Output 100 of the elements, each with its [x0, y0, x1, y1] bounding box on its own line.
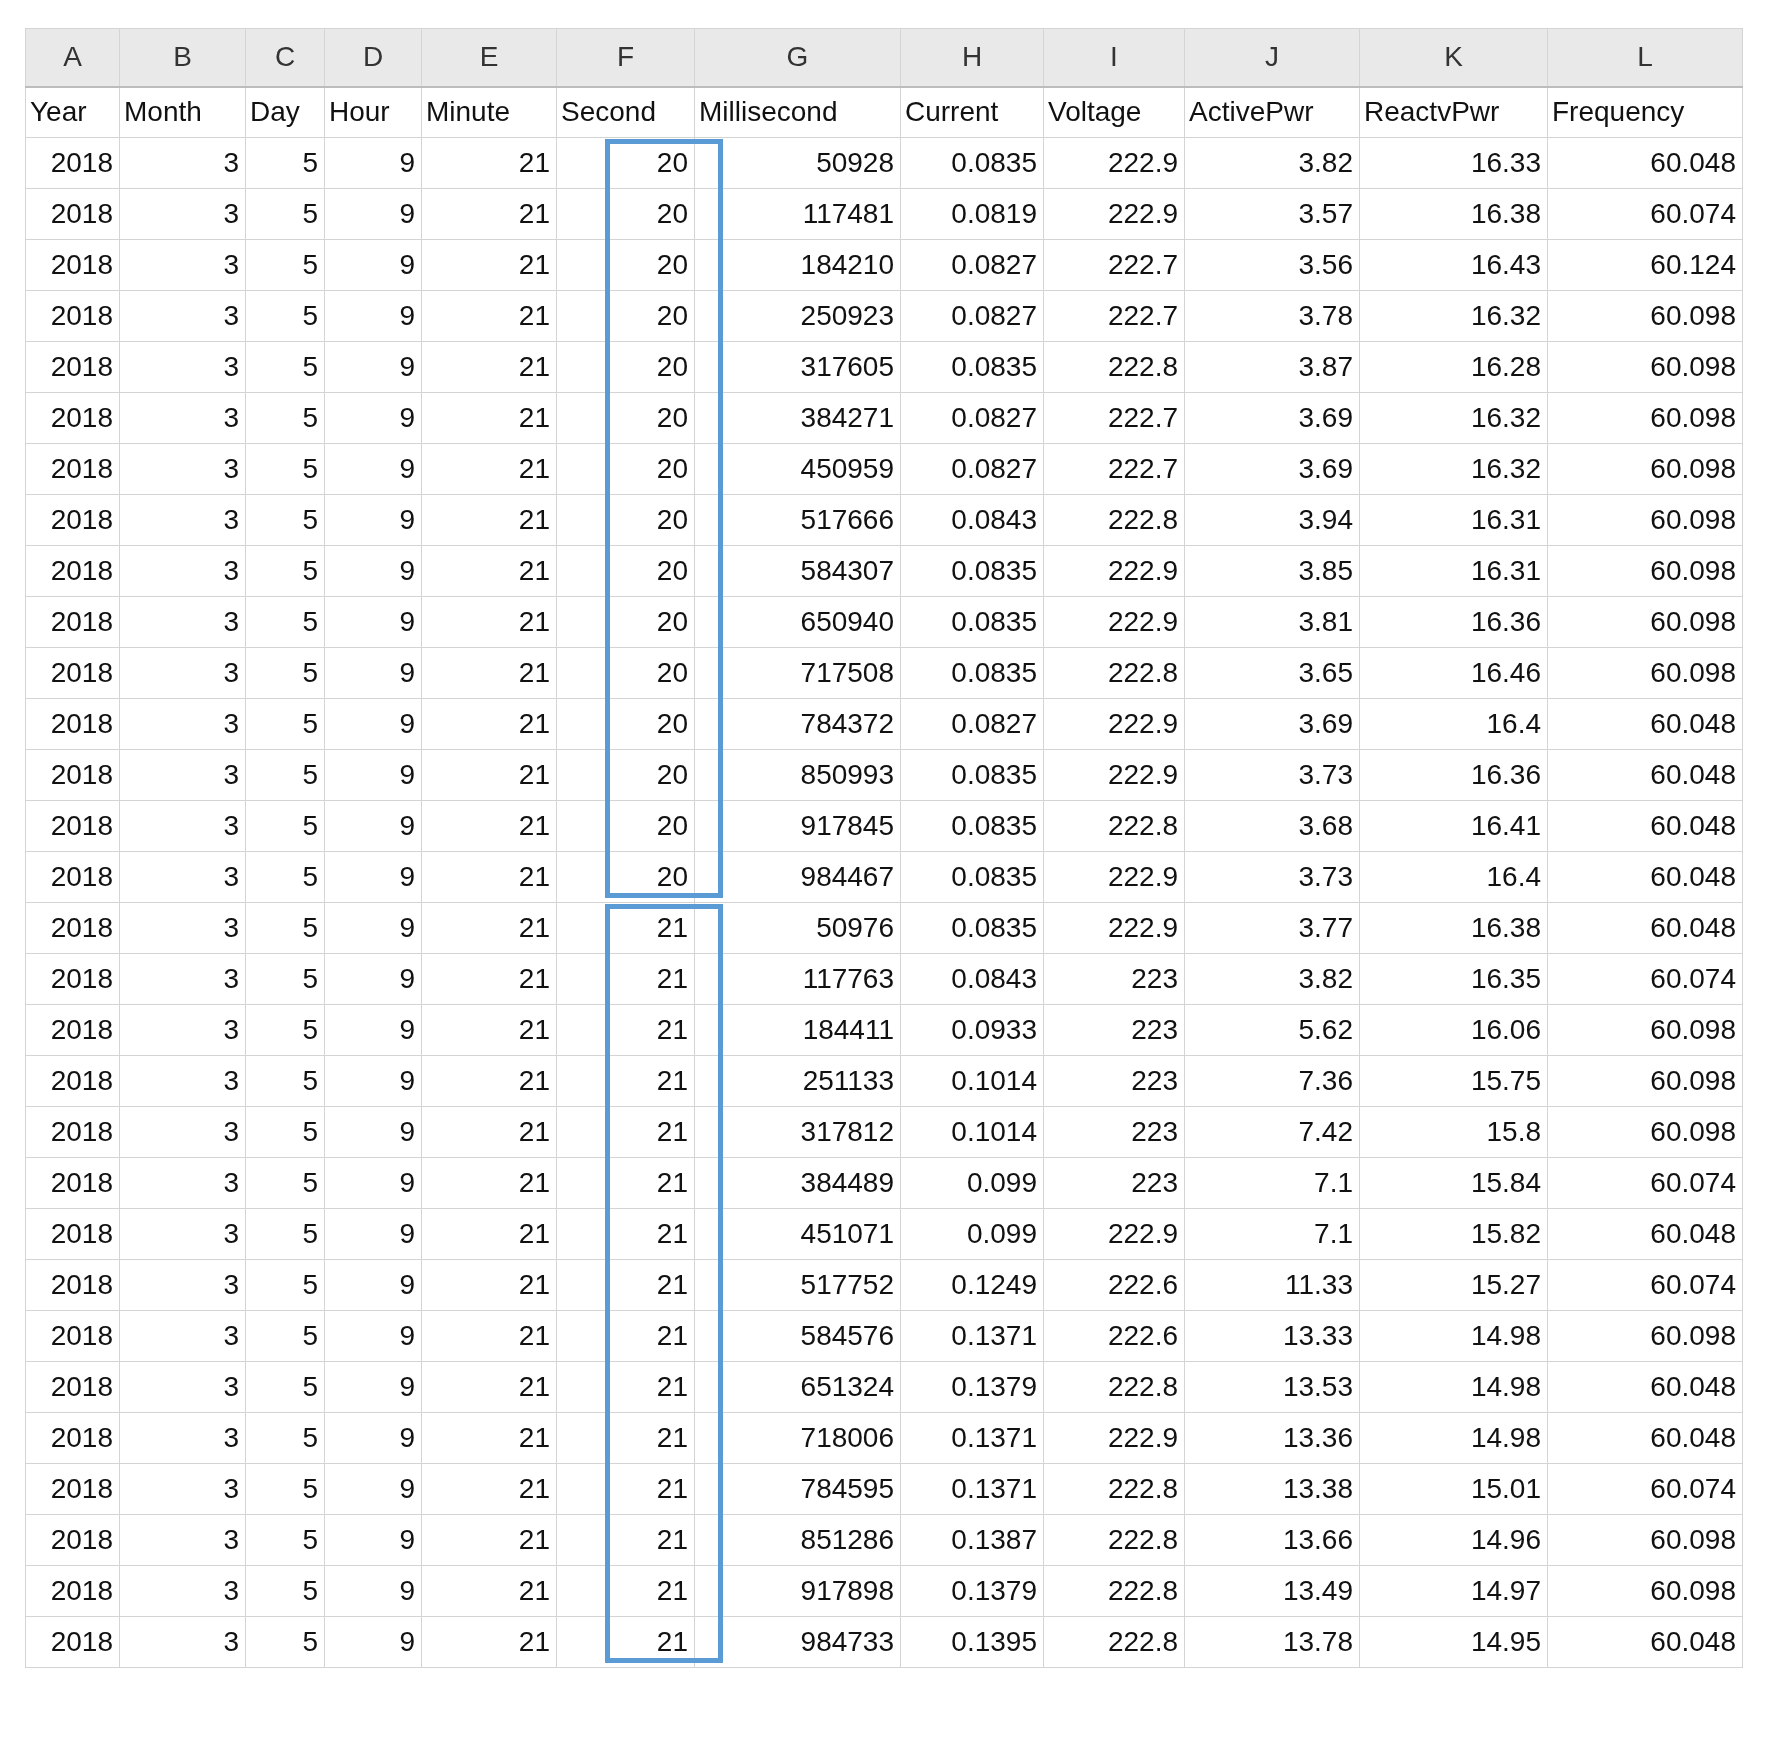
table-cell: 21	[556, 1208, 695, 1260]
table-cell: 21	[421, 290, 557, 342]
table-cell: 0.0827	[900, 698, 1044, 750]
table-cell: 9	[324, 443, 422, 495]
column-letter[interactable]: G	[694, 28, 901, 87]
column-letter[interactable]: I	[1043, 28, 1185, 87]
table-cell: 3	[119, 1463, 246, 1515]
table-cell: 2018	[25, 1106, 120, 1158]
table-cell: 9	[324, 1361, 422, 1413]
table-cell: 21	[556, 1463, 695, 1515]
table-cell: 0.0835	[900, 596, 1044, 648]
table-cell: 0.1371	[900, 1310, 1044, 1362]
table-cell: 2018	[25, 1616, 120, 1668]
table-cell: 14.98	[1359, 1361, 1548, 1413]
column-header: Month	[119, 86, 246, 138]
table-cell: 3.73	[1184, 749, 1360, 801]
table-cell: 20	[556, 443, 695, 495]
column-letter[interactable]: K	[1359, 28, 1548, 87]
table-cell: 16.4	[1359, 851, 1548, 903]
table-cell: 222.9	[1043, 188, 1185, 240]
table-cell: 21	[421, 902, 557, 954]
column-header: Second	[556, 86, 695, 138]
table-cell: 3.81	[1184, 596, 1360, 648]
table-cell: 15.84	[1359, 1157, 1548, 1209]
column-letter[interactable]: L	[1547, 28, 1743, 87]
table-cell: 16.33	[1359, 137, 1548, 189]
table-cell: 2018	[25, 698, 120, 750]
table-cell: 21	[421, 1565, 557, 1617]
table-cell: 0.0835	[900, 545, 1044, 597]
table-cell: 2018	[25, 1463, 120, 1515]
table-cell: 13.33	[1184, 1310, 1360, 1362]
table-cell: 21	[556, 1259, 695, 1311]
column-letter[interactable]: D	[324, 28, 422, 87]
table-cell: 5	[245, 1463, 325, 1515]
table-cell: 60.048	[1547, 698, 1743, 750]
table-cell: 2018	[25, 851, 120, 903]
table-cell: 584307	[694, 545, 901, 597]
table-cell: 0.0835	[900, 341, 1044, 393]
table-cell: 21	[556, 1310, 695, 1362]
table-cell: 20	[556, 851, 695, 903]
column-letter[interactable]: J	[1184, 28, 1360, 87]
table-cell: 3.73	[1184, 851, 1360, 903]
table-cell: 9	[324, 137, 422, 189]
column-letter[interactable]: F	[556, 28, 695, 87]
table-cell: 21	[421, 1259, 557, 1311]
column-letter[interactable]: E	[421, 28, 557, 87]
table-cell: 222.8	[1043, 800, 1185, 852]
table-cell: 9	[324, 953, 422, 1005]
table-cell: 5	[245, 1157, 325, 1209]
table-cell: 222.7	[1043, 443, 1185, 495]
table-cell: 222.9	[1043, 1412, 1185, 1464]
table-cell: 21	[421, 443, 557, 495]
column-letter[interactable]: H	[900, 28, 1044, 87]
table-cell: 3	[119, 1106, 246, 1158]
table-cell: 21	[421, 494, 557, 546]
table-cell: 3.69	[1184, 698, 1360, 750]
column-letter[interactable]: A	[25, 28, 120, 87]
table-cell: 222.8	[1043, 341, 1185, 393]
table-cell: 3	[119, 1412, 246, 1464]
table-cell: 20	[556, 392, 695, 444]
table-cell: 2018	[25, 341, 120, 393]
table-cell: 14.95	[1359, 1616, 1548, 1668]
table-cell: 9	[324, 1616, 422, 1668]
table-cell: 3.69	[1184, 392, 1360, 444]
table-cell: 3.57	[1184, 188, 1360, 240]
table-cell: 21	[421, 1361, 557, 1413]
table-cell: 21	[421, 545, 557, 597]
table-cell: 9	[324, 1514, 422, 1566]
table-cell: 222.8	[1043, 1514, 1185, 1566]
table-cell: 21	[556, 902, 695, 954]
table-cell: 60.098	[1547, 1106, 1743, 1158]
column-letter[interactable]: C	[245, 28, 325, 87]
table-cell: 60.098	[1547, 494, 1743, 546]
column-header: Year	[25, 86, 120, 138]
table-cell: 21	[421, 137, 557, 189]
column-header: ReactvPwr	[1359, 86, 1548, 138]
table-cell: 13.53	[1184, 1361, 1360, 1413]
column-header: Hour	[324, 86, 422, 138]
table-cell: 21	[421, 188, 557, 240]
table-cell: 2018	[25, 1565, 120, 1617]
table-cell: 21	[556, 1055, 695, 1107]
table-cell: 0.0843	[900, 953, 1044, 1005]
table-cell: 9	[324, 341, 422, 393]
table-cell: 222.6	[1043, 1259, 1185, 1311]
column-header: Day	[245, 86, 325, 138]
table-cell: 2018	[25, 1004, 120, 1056]
table-cell: 2018	[25, 1259, 120, 1311]
table-cell: 222.9	[1043, 698, 1185, 750]
table-cell: 21	[556, 953, 695, 1005]
table-cell: 2018	[25, 953, 120, 1005]
table-cell: 60.098	[1547, 596, 1743, 648]
table-cell: 222.8	[1043, 647, 1185, 699]
table-cell: 21	[421, 1514, 557, 1566]
table-cell: 16.06	[1359, 1004, 1548, 1056]
column-letter[interactable]: B	[119, 28, 246, 87]
table-cell: 3	[119, 698, 246, 750]
table-cell: 222.9	[1043, 596, 1185, 648]
table-cell: 2018	[25, 545, 120, 597]
table-cell: 21	[421, 1208, 557, 1260]
column-header: Minute	[421, 86, 557, 138]
